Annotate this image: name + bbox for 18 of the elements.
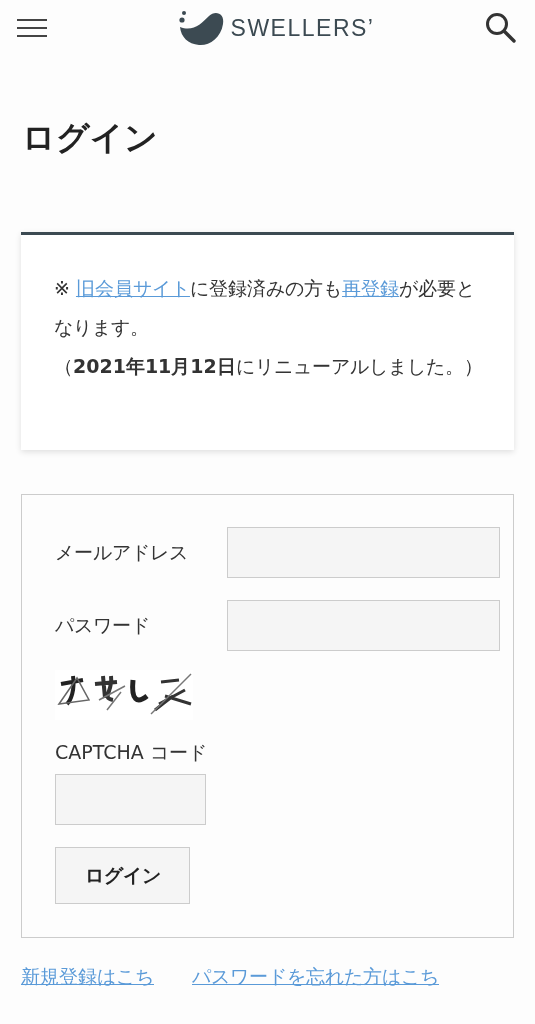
captcha-input[interactable]	[55, 774, 206, 825]
input-field[interactable]	[227, 527, 500, 578]
captcha-label: CAPTCHA コード	[55, 740, 207, 765]
login-button[interactable]: ログイン	[55, 847, 190, 904]
footer-link[interactable]: パスワードを忘れた方はこち	[192, 964, 439, 990]
search-icon[interactable]	[485, 12, 517, 44]
text-link[interactable]: 旧会員サイト	[75, 277, 190, 299]
notice-text: ※ 旧会員サイト に登録済みの方も再登録が必要となります。	[54, 276, 476, 340]
menu-icon[interactable]	[16, 19, 48, 37]
field-label: パスワード	[55, 612, 150, 638]
text-link[interactable]: 再登録	[341, 277, 399, 299]
footer-link[interactable]: 新規登録はこち	[21, 964, 154, 990]
logo-icon	[178, 10, 225, 46]
notice-text: （2021年11月12日にリニューアルしました。）	[54, 354, 484, 379]
logo-text[interactable]: SWELLERS’	[230, 14, 375, 42]
page-title: ログイン	[22, 118, 159, 158]
field-label: メールアドレス	[55, 539, 188, 565]
input-field[interactable]	[227, 600, 500, 651]
